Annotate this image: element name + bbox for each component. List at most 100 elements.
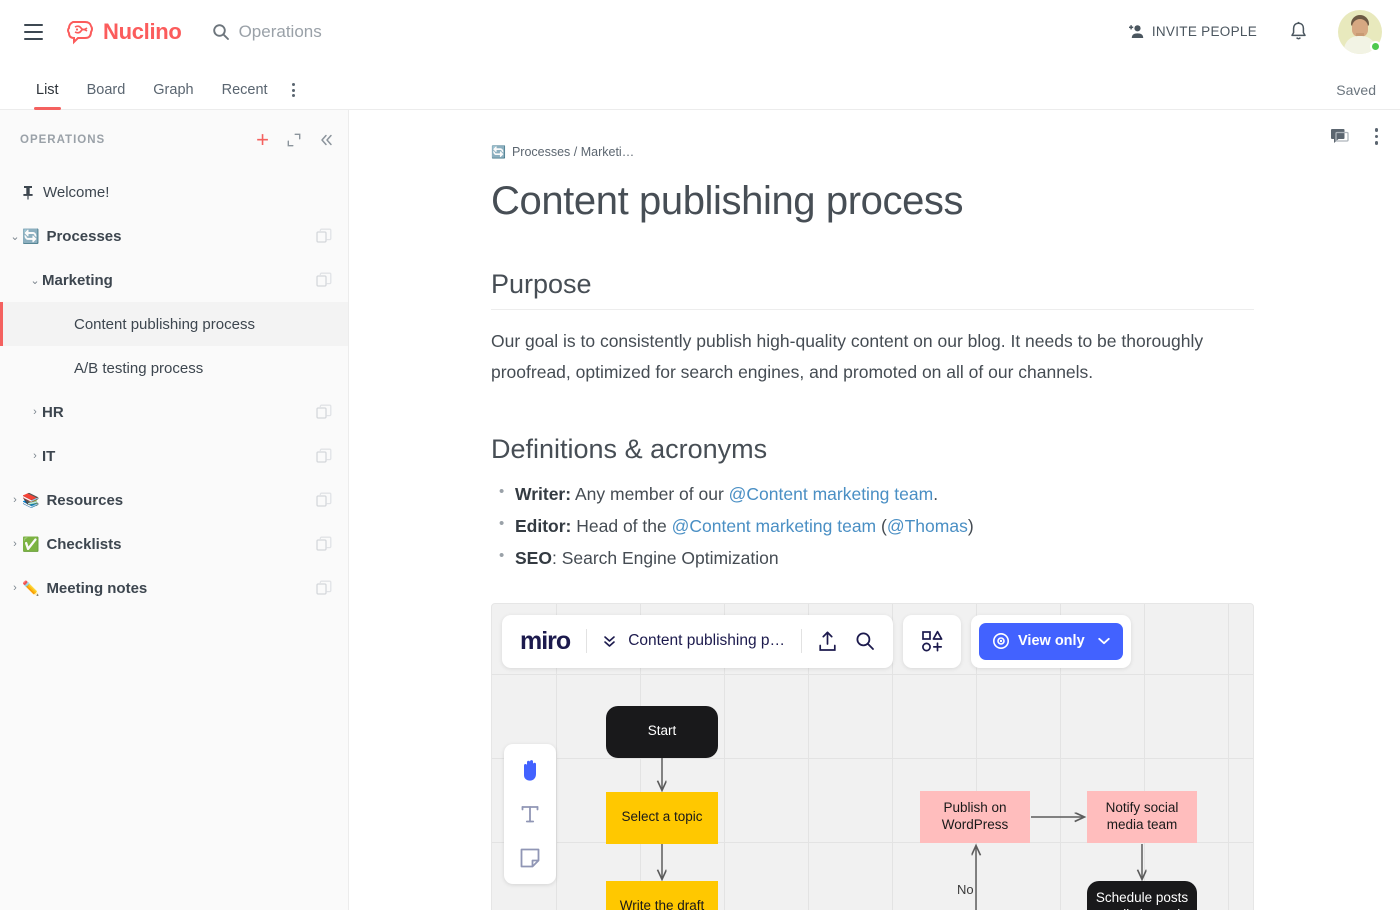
notification-bell-icon[interactable] xyxy=(1289,21,1308,42)
sidebar-item-marketing[interactable]: ⌄ Marketing xyxy=(0,258,348,302)
view-tabs: List Board Graph Recent xyxy=(0,82,305,110)
flow-node-topic[interactable]: Select a topic xyxy=(606,791,718,844)
sidebar-item-processes[interactable]: ⌄ 🔄 Processes xyxy=(0,214,348,258)
search-icon[interactable] xyxy=(855,631,875,651)
invite-people-button[interactable]: INVITE PEOPLE xyxy=(1128,24,1257,39)
comment-icon[interactable] xyxy=(1330,128,1349,145)
chevron-right-icon[interactable]: › xyxy=(28,450,42,462)
duplicate-icon[interactable] xyxy=(316,228,332,244)
text-tool-icon[interactable] xyxy=(510,797,550,831)
flow-node-notify[interactable]: Notify social media team xyxy=(1087,790,1197,843)
sidebar-item-label: Welcome! xyxy=(43,183,110,201)
miro-embed[interactable]: miro Content publishing p… View only Sta… xyxy=(491,602,1254,910)
flow-node-draft[interactable]: Write the draft xyxy=(606,880,718,910)
search-icon xyxy=(212,23,229,40)
sidebar-item-label: Resources xyxy=(46,491,124,509)
flow-node-start[interactable]: Start xyxy=(606,705,718,758)
definition-post: . xyxy=(933,484,939,505)
sidebar-item-resources[interactable]: › 📚 Resources xyxy=(0,478,348,522)
definitions-list: Writer: Any member of our @Content marke… xyxy=(491,478,1259,575)
flow-node-publish[interactable]: Publish on WordPress xyxy=(920,790,1030,843)
section-heading-definitions: Definitions & acronyms xyxy=(491,434,768,465)
chevron-right-icon[interactable]: › xyxy=(8,494,22,506)
shapes-add-icon[interactable] xyxy=(903,614,962,668)
sidebar-item-label: Checklists xyxy=(46,535,122,553)
sidebar-item-emoji-icon: 🔄 xyxy=(22,228,40,244)
sidebar: OPERATIONS + Welcome! ⌄ 🔄 Processes ⌄ Marketi… xyxy=(0,110,349,910)
avatar[interactable] xyxy=(1338,9,1382,54)
sidebar-item-checklists[interactable]: › ✅ Checklists xyxy=(0,522,348,566)
sticky-note-tool-icon[interactable] xyxy=(510,841,550,875)
more-vertical-icon[interactable] xyxy=(1374,128,1378,145)
sidebar-item-it[interactable]: › IT xyxy=(0,434,348,478)
sidebar-item-emoji-icon: ✅ xyxy=(22,536,40,552)
duplicate-icon[interactable] xyxy=(316,536,332,552)
duplicate-icon[interactable] xyxy=(316,272,332,288)
tab-recent-label: Recent xyxy=(221,82,268,98)
breadcrumb-text: Processes / Marketi… xyxy=(511,145,635,159)
sidebar-item-content-publishing-process[interactable]: Content publishing process xyxy=(0,302,348,346)
flow-node-label: Notify social media team xyxy=(1105,799,1179,832)
chevron-right-icon[interactable]: › xyxy=(8,538,22,550)
definition-term: Writer: xyxy=(515,484,572,505)
flow-node-label: Select a topic xyxy=(621,809,703,825)
chevron-right-icon[interactable]: › xyxy=(28,406,42,418)
section-heading-purpose: Purpose xyxy=(491,269,1254,310)
search-input[interactable]: Operations xyxy=(212,22,322,42)
document-content: 🔄 Processes / Marketi… Content publishin… xyxy=(349,110,1400,910)
miro-board-title[interactable]: Content publishing p… xyxy=(628,632,785,650)
sidebar-item-meeting-notes[interactable]: › ✏️ Meeting notes xyxy=(0,566,348,610)
list-item: Writer: Any member of our @Content marke… xyxy=(491,478,1259,511)
document-tree: Welcome! ⌄ 🔄 Processes ⌄ Marketing Content pub… xyxy=(0,170,348,610)
search-placeholder: Operations xyxy=(238,21,322,41)
invite-people-label: INVITE PEOPLE xyxy=(1151,24,1257,39)
sidebar-item-label: Content publishing process xyxy=(74,315,255,333)
top-header: Nuclino Operations INVITE PEOPLE xyxy=(0,0,1400,63)
save-status: Saved xyxy=(1336,82,1376,98)
more-vertical-icon[interactable] xyxy=(282,83,305,109)
definition-pre: Any member of our xyxy=(571,484,729,505)
duplicate-icon[interactable] xyxy=(316,492,332,508)
page-title: Content publishing process xyxy=(491,179,964,223)
duplicate-icon[interactable] xyxy=(316,404,332,420)
upload-share-icon[interactable] xyxy=(818,631,837,652)
definition-post2: ) xyxy=(967,516,974,537)
tab-recent[interactable]: Recent xyxy=(208,82,282,109)
tab-graph[interactable]: Graph xyxy=(139,82,207,109)
nuclino-logo[interactable]: Nuclino xyxy=(66,19,182,45)
mention-link[interactable]: @Content marketing team xyxy=(672,516,877,536)
hamburger-icon[interactable] xyxy=(18,17,48,47)
expand-icon[interactable] xyxy=(287,133,301,147)
chevron-right-icon[interactable]: › xyxy=(8,582,22,594)
chevron-down-icon[interactable]: ⌄ xyxy=(28,274,42,287)
double-chevron-down-icon[interactable] xyxy=(603,634,616,649)
tab-graph-label: Graph xyxy=(153,82,194,98)
eye-icon xyxy=(992,632,1010,650)
definition-pre: : Search Engine Optimization xyxy=(551,547,779,568)
definition-term: SEO xyxy=(515,547,552,568)
collapse-left-icon[interactable] xyxy=(319,133,334,147)
header-actions: INVITE PEOPLE xyxy=(1128,9,1400,54)
sidebar-item-a-b-testing-process[interactable]: A/B testing process xyxy=(0,346,348,390)
flow-node-schedule[interactable]: Schedule posts on all channels xyxy=(1087,880,1197,910)
sidebar-item-hr[interactable]: › HR xyxy=(0,390,348,434)
chevron-down-icon[interactable]: ⌄ xyxy=(8,230,22,243)
hand-tool-icon[interactable] xyxy=(510,753,550,787)
definition-pre: Head of the xyxy=(571,516,672,537)
mention-link-thomas[interactable]: @Thomas xyxy=(887,516,968,536)
definition-term: Editor: xyxy=(515,516,572,537)
definition-post: ( xyxy=(876,516,887,537)
sidebar-item-label: Marketing xyxy=(42,271,113,289)
tab-list[interactable]: List xyxy=(22,82,73,110)
sidebar-item-welcome[interactable]: Welcome! xyxy=(0,170,348,214)
miro-logo[interactable]: miro xyxy=(520,627,571,656)
duplicate-icon[interactable] xyxy=(316,580,332,596)
view-only-button[interactable]: View only xyxy=(979,622,1123,660)
tab-board[interactable]: Board xyxy=(73,82,140,109)
mention-link[interactable]: @Content marketing team xyxy=(729,484,934,504)
plus-icon[interactable]: + xyxy=(256,129,269,151)
duplicate-icon[interactable] xyxy=(316,448,332,464)
list-item: SEO: Search Engine Optimization xyxy=(491,542,1259,575)
breadcrumb[interactable]: 🔄 Processes / Marketi… xyxy=(491,145,1259,159)
flow-node-label: Publish on WordPress xyxy=(941,799,1009,832)
